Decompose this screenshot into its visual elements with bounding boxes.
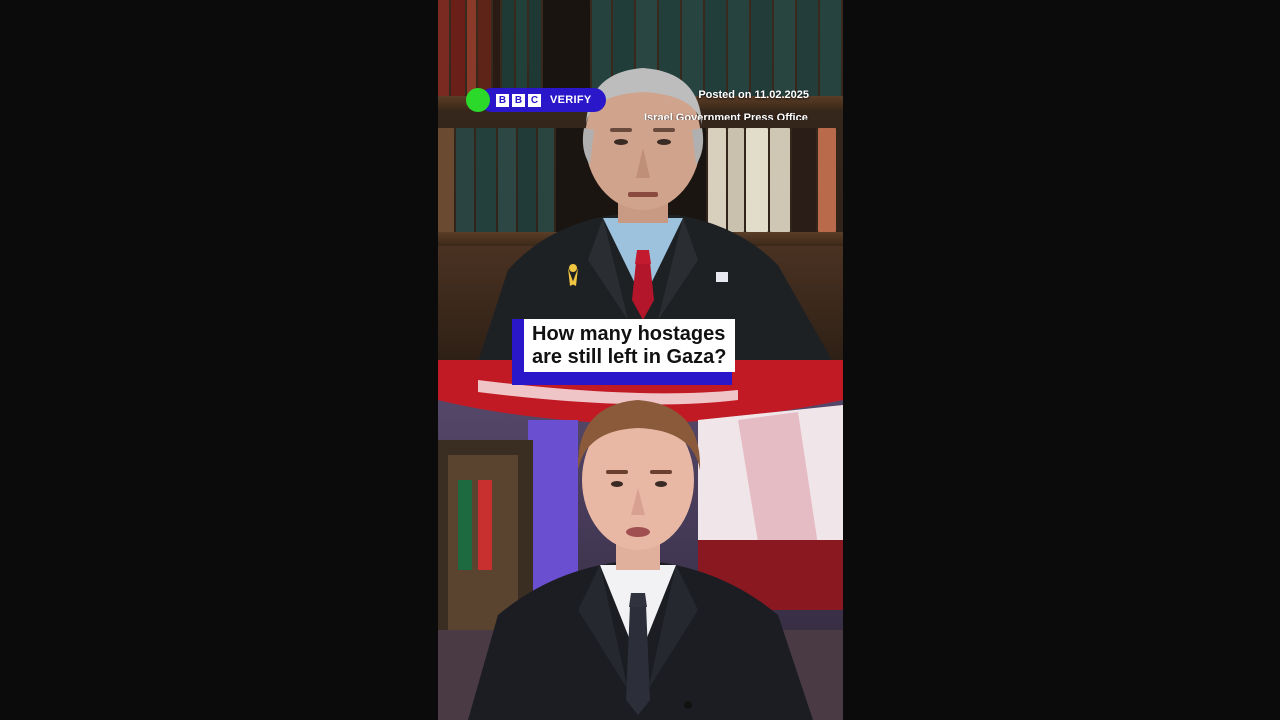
headline-line-1: How many hostages [532, 323, 726, 345]
top-video-panel [438, 0, 843, 362]
posted-date-caption: Posted on 11.02.2025 [698, 89, 809, 101]
headline-card: How many hostages are still left in Gaza… [524, 319, 735, 372]
bbc-logo-block: B [512, 93, 525, 107]
bbc-verify-badge: B B C VERIFY [466, 87, 606, 113]
studio-scene [438, 360, 843, 720]
video-player[interactable]: B B C VERIFY Posted on 11.02.2025 Israel… [0, 0, 1280, 720]
headline-line-2: are still left in Gaza? [532, 346, 727, 368]
source-credit-caption: Israel Government Press Office [644, 112, 808, 120]
bottom-video-panel [438, 360, 843, 720]
verify-label: VERIFY [550, 94, 592, 106]
headline-caption: How many hostages are still left in Gaza… [512, 319, 735, 385]
bbc-logo-block: C [528, 93, 541, 107]
bbc-logo-block: B [496, 93, 509, 107]
live-dot-icon [466, 88, 490, 112]
speaker-figure-top [478, 68, 833, 362]
bbc-verify-pill: B B C VERIFY [480, 88, 606, 112]
